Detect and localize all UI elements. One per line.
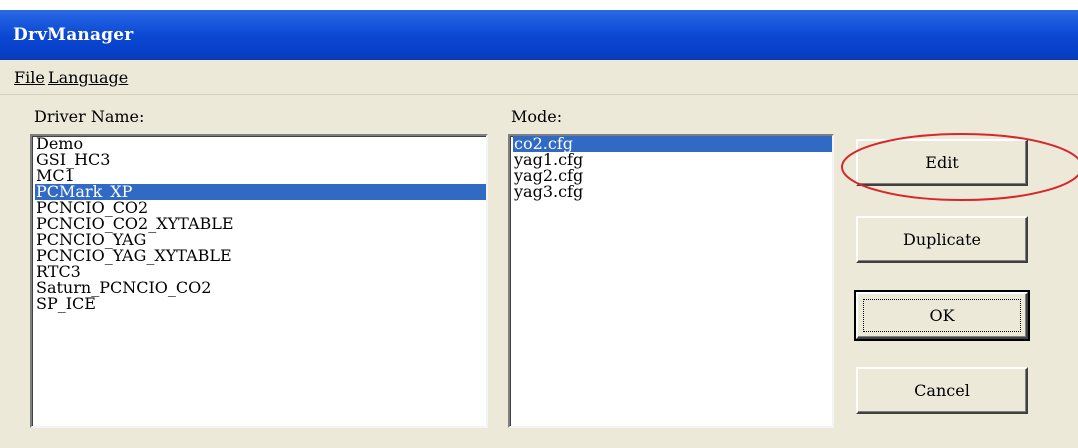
cancel-button-label: Cancel: [914, 381, 970, 400]
edit-button-label: Edit: [925, 153, 959, 172]
menu-file-label: File: [14, 68, 45, 87]
mode-list[interactable]: co2.cfg yag1.cfg yag2.cfg yag3.cfg: [508, 134, 834, 428]
driver-name-list[interactable]: Demo GSI_HC3 MC1 PCMark_XP PCNCIO_CO2 PCNCIO_…: [30, 134, 488, 428]
list-item[interactable]: Saturn_PCNCIO_CO2: [35, 280, 486, 296]
list-item[interactable]: GSI_HC3: [35, 152, 486, 168]
list-item[interactable]: yag3.cfg: [513, 184, 832, 200]
edit-button[interactable]: Edit: [856, 139, 1028, 186]
cancel-button[interactable]: Cancel: [856, 367, 1028, 414]
list-item[interactable]: SP_ICE: [35, 296, 486, 312]
focus-rect: [863, 299, 1021, 332]
menu-file[interactable]: File: [14, 68, 45, 87]
driver-name-items: Demo GSI_HC3 MC1 PCMark_XP PCNCIO_CO2 PCNCIO_…: [32, 136, 486, 312]
driver-name-label: Driver Name:: [34, 107, 145, 126]
title-bar[interactable]: DrvManager: [0, 10, 1078, 60]
list-item[interactable]: PCNCIO_YAG_XYTABLE: [35, 248, 486, 264]
window-title: DrvManager: [13, 25, 134, 45]
duplicate-button-label: Duplicate: [902, 230, 981, 249]
menu-language-label: Language: [48, 68, 129, 87]
drvmanager-window: DrvManager File Language Driver Name: De…: [0, 10, 1078, 448]
mode-items: co2.cfg yag1.cfg yag2.cfg yag3.cfg: [510, 136, 832, 200]
menu-language[interactable]: Language: [48, 68, 128, 87]
duplicate-button[interactable]: Duplicate: [856, 216, 1028, 263]
mode-label: Mode:: [511, 107, 563, 126]
menu-bar: File Language: [0, 60, 1078, 95]
ok-button[interactable]: OK: [854, 290, 1030, 341]
